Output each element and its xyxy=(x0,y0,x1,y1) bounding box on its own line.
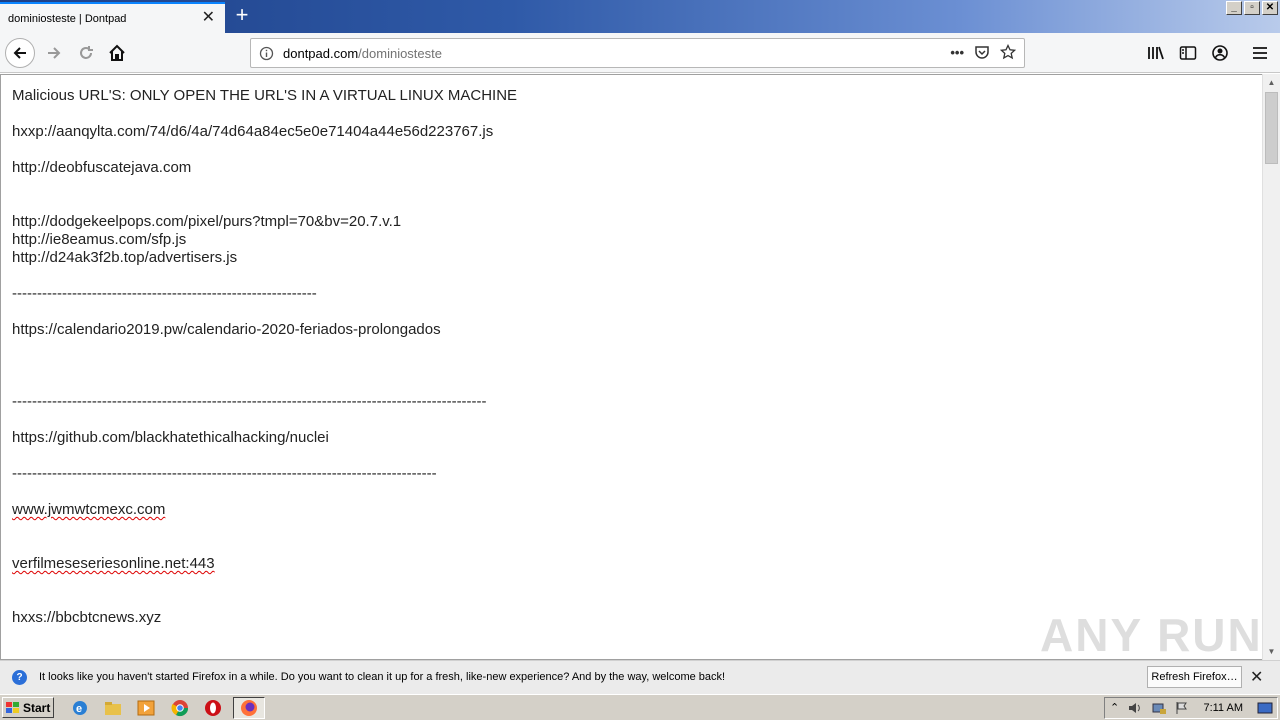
browser-titlebar: dominiosteste | Dontpad ✕ + _ ▫ ✕ xyxy=(0,0,1280,33)
pad-line: http://d24ak3f2b.top/advertisers.js xyxy=(12,249,238,266)
back-arrow-icon xyxy=(13,47,26,59)
pad-line: http://deobfuscatejava.com xyxy=(12,159,192,176)
toolbar-icons xyxy=(1144,39,1272,67)
show-desktop-icon[interactable] xyxy=(1257,701,1273,715)
firefox-taskbar-button[interactable] xyxy=(233,697,265,719)
url-text[interactable]: dontpad.com/dominiosteste xyxy=(283,46,442,61)
action-center-flag-icon[interactable] xyxy=(1175,701,1189,715)
navigation-toolbar: dontpad.com/dominiosteste ••• xyxy=(0,33,1280,73)
refresh-notification-bar: ? It looks like you haven't started Fire… xyxy=(0,660,1280,694)
scroll-thumb[interactable] xyxy=(1265,92,1278,164)
windows-logo-icon xyxy=(6,701,19,713)
library-icon xyxy=(1148,46,1164,60)
pad-separator: ----------------------------------------… xyxy=(12,465,437,482)
account-icon xyxy=(1212,45,1228,61)
refresh-firefox-button[interactable]: Refresh Firefox… xyxy=(1147,666,1242,688)
question-icon: ? xyxy=(12,670,27,685)
account-button[interactable] xyxy=(1208,39,1232,67)
home-icon xyxy=(109,44,125,61)
sidebar-button[interactable] xyxy=(1176,39,1200,67)
site-info-icon[interactable] xyxy=(259,46,274,66)
minimize-button[interactable]: _ xyxy=(1226,1,1242,15)
bookmark-star-icon[interactable] xyxy=(1000,44,1016,60)
restore-button[interactable]: ▫ xyxy=(1244,1,1260,15)
system-tray: ⌃ 7:11 AM xyxy=(1104,697,1278,719)
pad-line: verfilmeseseriesonline.net:443 xyxy=(12,555,215,572)
start-button[interactable]: Start xyxy=(2,697,54,718)
pad-separator: ----------------------------------------… xyxy=(12,285,317,302)
tab-title: dominiosteste | Dontpad xyxy=(8,12,127,25)
forward-button[interactable] xyxy=(40,39,68,67)
url-actions: ••• xyxy=(950,44,1016,60)
url-path: /dominiosteste xyxy=(358,46,442,61)
scroll-down-icon[interactable]: ▼ xyxy=(1263,643,1280,660)
url-domain: dontpad.com xyxy=(283,46,359,61)
windows-taskbar: Start e ⌃ 7:11 AM xyxy=(0,694,1280,720)
close-window-button[interactable]: ✕ xyxy=(1262,1,1278,15)
internet-explorer-icon[interactable]: e xyxy=(71,699,89,717)
menu-button[interactable] xyxy=(1248,39,1272,67)
scroll-up-icon[interactable]: ▲ xyxy=(1263,74,1280,91)
forward-arrow-icon xyxy=(48,47,61,59)
file-explorer-icon[interactable] xyxy=(104,699,122,717)
pad-line: hxxs://bbcbtcnews.xyz xyxy=(12,609,162,626)
reload-icon xyxy=(80,46,93,59)
network-icon[interactable] xyxy=(1151,701,1167,715)
pad-line: http://ie8eamus.com/sfp.js xyxy=(12,231,187,248)
pad-line: hxxp://aanqylta.com/74/d6/4a/74d64a84ec5… xyxy=(12,123,494,140)
hamburger-menu-icon xyxy=(1253,47,1267,59)
pad-line: https://github.com/blackhatethicalhackin… xyxy=(12,429,329,446)
sidebar-icon xyxy=(1179,46,1197,60)
page-scrollbar[interactable]: ▲ ▼ xyxy=(1262,74,1280,660)
page-actions-icon[interactable]: ••• xyxy=(950,45,964,60)
pad-line: Malicious URL'S: ONLY OPEN THE URL'S IN … xyxy=(12,87,518,104)
opera-icon[interactable] xyxy=(204,699,222,717)
notification-close-icon[interactable]: ✕ xyxy=(1250,667,1263,687)
pad-line: www.jwmwtcmexc.com xyxy=(12,501,166,518)
pad-line: https://calendario2019.pw/calendario-202… xyxy=(12,321,441,338)
pad-line: http://dodgekeelpops.com/pixel/purs?tmpl… xyxy=(12,213,402,230)
tray-expand-icon[interactable]: ⌃ xyxy=(1110,701,1119,714)
tab-close-icon[interactable]: ✕ xyxy=(202,10,215,26)
pocket-icon[interactable] xyxy=(974,44,990,60)
clock: 7:11 AM xyxy=(1203,702,1243,714)
home-button[interactable] xyxy=(103,39,131,67)
firefox-icon xyxy=(241,700,257,716)
volume-icon[interactable] xyxy=(1127,701,1143,715)
anyrun-watermark: ANY RUN xyxy=(1040,609,1263,661)
media-player-icon[interactable] xyxy=(137,699,155,717)
reload-button[interactable] xyxy=(72,39,100,67)
start-label: Start xyxy=(23,700,51,715)
library-button[interactable] xyxy=(1144,39,1168,67)
back-button[interactable] xyxy=(5,38,35,68)
svg-text:e: e xyxy=(76,703,82,715)
dontpad-editor[interactable]: Malicious URL'S: ONLY OPEN THE URL'S IN … xyxy=(0,74,1262,660)
new-tab-button[interactable]: + xyxy=(230,4,254,28)
pad-separator: ----------------------------------------… xyxy=(12,393,487,410)
notification-message: It looks like you haven't started Firefo… xyxy=(39,671,726,683)
window-controls: _ ▫ ✕ xyxy=(1226,1,1278,15)
browser-tab[interactable]: dominiosteste | Dontpad ✕ xyxy=(0,2,225,33)
url-bar[interactable]: dontpad.com/dominiosteste ••• xyxy=(250,38,1025,68)
chrome-icon[interactable] xyxy=(171,699,189,717)
